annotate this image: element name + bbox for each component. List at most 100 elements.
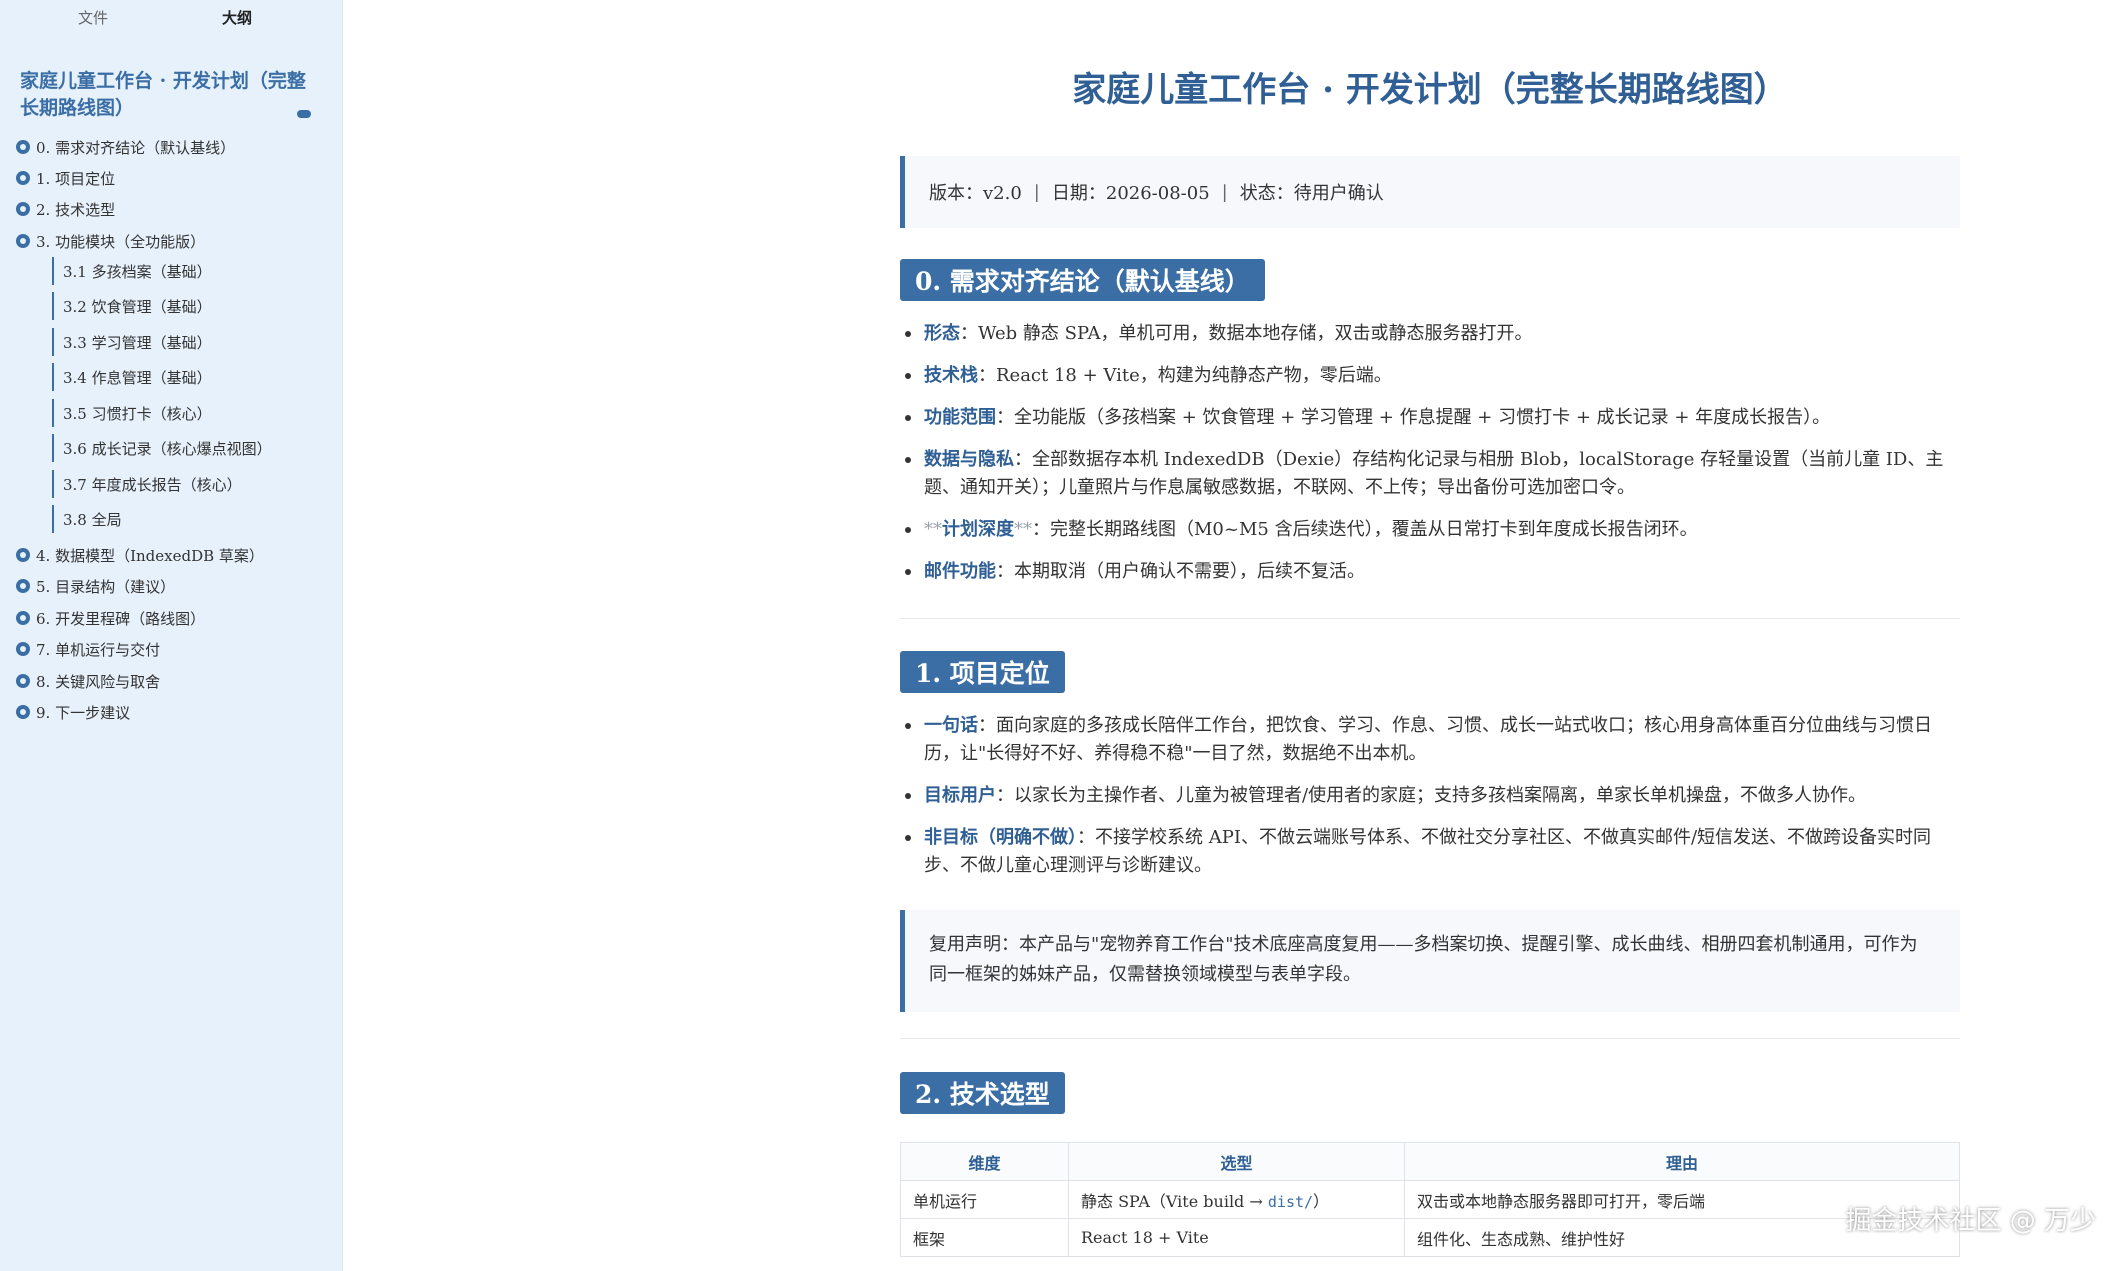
list-item: **计划深度**：完整长期路线图（M0~M5 含后续迭代），覆盖从日常打卡到年度… [900, 516, 1960, 544]
outline-subitem-3-8[interactable]: 3.8 全局 [52, 505, 122, 533]
cell-text: ） [1313, 1191, 1330, 1211]
keyword: 功能范围 [924, 407, 996, 428]
section-divider [900, 1038, 1960, 1039]
keyword: 目标用户 [924, 785, 996, 806]
inline-code: dist/ [1267, 1192, 1314, 1211]
item-text: ：全部数据存本机 IndexedDB（Dexie）存结构化记录与相册 Blob，… [924, 449, 1944, 498]
outline-subitem-3-3[interactable]: 3.3 学习管理（基础） [52, 328, 212, 356]
outline-item-label: 3. 功能模块（全功能版） [36, 232, 206, 251]
outline-item-label: 1. 项目定位 [36, 169, 116, 188]
table-cell: 静态 SPA（Vite build → dist/） [1068, 1180, 1405, 1219]
outline-bullet-icon [16, 705, 30, 719]
outline-bullet-icon [16, 548, 30, 562]
reuse-note-blockquote: 复用声明：本产品与"宠物养育工作台"技术底座高度复用——多档案切换、提醒引擎、成… [900, 910, 1960, 1012]
outline-item-label: 5. 目录结构（建议） [36, 577, 176, 596]
outline-item-label: 2. 技术选型 [36, 200, 116, 219]
section-divider [900, 618, 1960, 619]
outline-item-6[interactable]: 6. 开发里程碑（路线图） [16, 606, 205, 630]
section-heading-2: 2. 技术选型 [900, 1072, 1065, 1114]
keyword: 数据与隐私 [924, 449, 1014, 470]
item-text: ：全功能版（多孩档案 + 饮食管理 + 学习管理 + 作息提醒 + 习惯打卡 +… [996, 407, 1831, 428]
outline-bullet-icon [16, 579, 30, 593]
column-header: 维度 [900, 1142, 1069, 1181]
version-text: 版本：v2.0 [929, 183, 1022, 204]
keyword: 一句话 [924, 715, 978, 736]
outline-bullet-icon [16, 234, 30, 248]
meta-info-block: 版本：v2.0 | 日期：2026-08-05 | 状态：待用户确认 [900, 156, 1960, 228]
outline-item-label: 7. 单机运行与交付 [36, 640, 161, 659]
table-cell: 框架 [900, 1218, 1069, 1257]
outline-subitem-3-5[interactable]: 3.5 习惯打卡（核心） [52, 399, 212, 427]
section-heading-1: 1. 项目定位 [900, 651, 1065, 693]
outline-item-label: 0. 需求对齐结论（默认基线） [36, 138, 236, 157]
markdown-marker: ** [1014, 519, 1032, 540]
keyword: 计划深度 [942, 519, 1014, 540]
sidebar-tabs: 文件 大纲 [0, 0, 343, 40]
outline-item-9[interactable]: 9. 下一步建议 [16, 700, 130, 724]
meta-separator: | [1221, 181, 1228, 203]
keyword: 形态 [924, 323, 960, 344]
table-cell: React 18 + Vite [1068, 1218, 1405, 1257]
list-item: 目标用户：以家长为主操作者、儿童为被管理者/使用者的家庭；支持多孩档案隔离，单家… [900, 782, 1960, 810]
list-item: 形态：Web 静态 SPA，单机可用，数据本地存储，双击或静态服务器打开。 [900, 320, 1960, 348]
item-text: ：面向家庭的多孩成长陪伴工作台，把饮食、学习、作息、习惯、成长一站式收口；核心用… [924, 715, 1932, 764]
table-row: 框架 React 18 + Vite 组件化、生态成熟、维护性好 [900, 1218, 1960, 1257]
outline-bullet-icon [16, 642, 30, 656]
table-row: 单机运行 静态 SPA（Vite build → dist/） 双击或本地静态服… [900, 1180, 1960, 1219]
item-text: ：Web 静态 SPA，单机可用，数据本地存储，双击或静态服务器打开。 [960, 323, 1533, 344]
outline-item-label: 4. 数据模型（IndexedDB 草案） [36, 546, 264, 565]
list-item: 技术栈：React 18 + Vite，构建为纯静态产物，零后端。 [900, 362, 1960, 390]
outline-item-5[interactable]: 5. 目录结构（建议） [16, 574, 175, 598]
outline-item-0[interactable]: 0. 需求对齐结论（默认基线） [16, 135, 235, 159]
outline-bullet-icon [16, 202, 30, 216]
outline-subitem-3-6[interactable]: 3.6 成长记录（核心爆点视图） [52, 434, 272, 462]
outline-item-7[interactable]: 7. 单机运行与交付 [16, 637, 160, 661]
outline-item-label: 8. 关键风险与取舍 [36, 672, 161, 691]
table-header-row: 维度 选型 理由 [900, 1142, 1960, 1181]
item-text: ：React 18 + Vite，构建为纯静态产物，零后端。 [978, 365, 1392, 386]
keyword: 非目标（明确不做） [924, 827, 1077, 848]
keyword: 邮件功能 [924, 561, 996, 582]
outline-item-label: 6. 开发里程碑（路线图） [36, 609, 206, 628]
meta-separator: | [1033, 181, 1040, 203]
outline-item-3[interactable]: 3. 功能模块（全功能版） [16, 229, 205, 253]
list-item: 一句话：面向家庭的多孩成长陪伴工作台，把饮食、学习、作息、习惯、成长一站式收口；… [900, 712, 1960, 768]
outline-subitem-3-2[interactable]: 3.2 饮食管理（基础） [52, 292, 212, 320]
outline-subitem-3-7[interactable]: 3.7 年度成长报告（核心） [52, 470, 242, 498]
outline-bullet-icon [16, 674, 30, 688]
outline-bullet-icon [16, 611, 30, 625]
keyword: 技术栈 [924, 365, 978, 386]
outline-subitem-3-4[interactable]: 3.4 作息管理（基础） [52, 363, 212, 391]
status-text: 状态：待用户确认 [1239, 183, 1384, 204]
markdown-marker: ** [924, 519, 942, 540]
list-item: 数据与隐私：全部数据存本机 IndexedDB（Dexie）存结构化记录与相册 … [900, 446, 1960, 502]
outline-item-4[interactable]: 4. 数据模型（IndexedDB 草案） [16, 543, 264, 567]
outline-item-label: 9. 下一步建议 [36, 703, 131, 722]
tech-selection-table: 维度 选型 理由 单机运行 静态 SPA（Vite build → dist/）… [900, 1142, 1960, 1257]
table-cell: 单机运行 [900, 1180, 1069, 1219]
section-heading-0: 0. 需求对齐结论（默认基线） [900, 259, 1265, 301]
outline-bullet-icon [16, 140, 30, 154]
outline-item-1[interactable]: 1. 项目定位 [16, 166, 115, 190]
date-text: 日期：2026-08-05 [1051, 183, 1210, 204]
sidebar: 文件 大纲 家庭儿童工作台 · 开发计划（完整长期路线图） 0. 需求对齐结论（… [0, 0, 343, 1271]
item-text: ：本期取消（用户确认不需要），后续不复活。 [996, 561, 1365, 582]
outline-bullet-icon [16, 171, 30, 185]
column-header: 理由 [1404, 1142, 1960, 1181]
cell-text: React 18 + Vite [1081, 1228, 1209, 1247]
document-title: 家庭儿童工作台 · 开发计划（完整长期路线图） [1072, 70, 1788, 110]
outline-doc-title[interactable]: 家庭儿童工作台 · 开发计划（完整长期路线图） [20, 68, 310, 122]
outline-item-8[interactable]: 8. 关键风险与取舍 [16, 669, 160, 693]
list-item: 非目标（明确不做）：不接学校系统 API、不做云端账号体系、不做社交分享社区、不… [900, 824, 1960, 880]
tab-outline[interactable]: 大纲 [222, 7, 252, 28]
list-item: 功能范围：全功能版（多孩档案 + 饮食管理 + 学习管理 + 作息提醒 + 习惯… [900, 404, 1960, 432]
column-header: 选型 [1068, 1142, 1405, 1181]
item-text: ：以家长为主操作者、儿童为被管理者/使用者的家庭；支持多孩档案隔离，单家长单机操… [996, 785, 1867, 806]
watermark: 掘金技术社区 @ 万少 [1845, 1206, 2096, 1236]
outline-item-2[interactable]: 2. 技术选型 [16, 197, 115, 221]
outline-subitem-3-1[interactable]: 3.1 多孩档案（基础） [52, 257, 212, 285]
item-text: ：完整长期路线图（M0~M5 含后续迭代），覆盖从日常打卡到年度成长报告闭环。 [1032, 519, 1698, 540]
cell-text: 静态 SPA（Vite build → [1081, 1191, 1268, 1211]
tab-files[interactable]: 文件 [78, 7, 108, 28]
collapse-indicator-icon[interactable] [297, 110, 311, 118]
